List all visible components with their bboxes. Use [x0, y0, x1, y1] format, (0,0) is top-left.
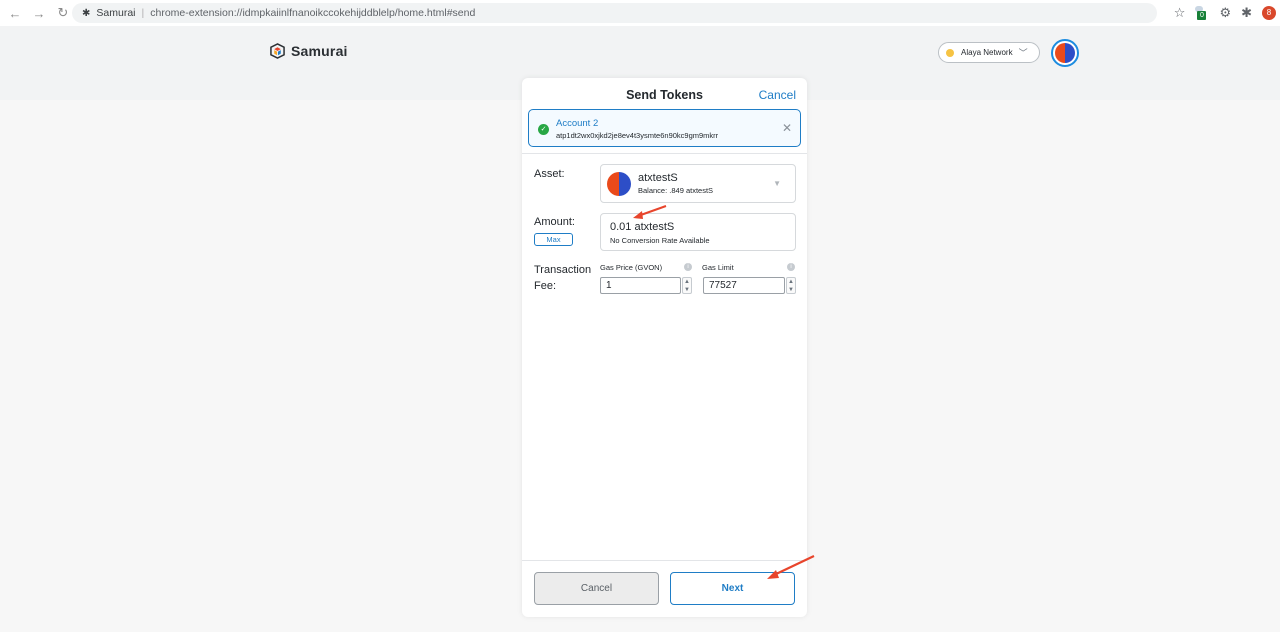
gas-limit-input[interactable]: 77527 [703, 277, 785, 294]
close-icon[interactable]: ✕ [782, 121, 792, 135]
gas-price-label: Gas Price (GVON) [600, 263, 663, 272]
recipient-card[interactable]: ✓ Account 2 atp1dt2wx0xjkd2je8ev4t3ysmte… [528, 109, 801, 147]
gas-limit-label: Gas Limit [702, 263, 734, 272]
bookmark-star-icon[interactable]: ☆ [1174, 5, 1186, 21]
cancel-button[interactable]: Cancel [534, 572, 659, 605]
gas-price-input[interactable]: 1 [600, 277, 681, 294]
extension-puzzle-icon: ✱ [82, 7, 91, 19]
footer-divider [522, 560, 807, 561]
address-separator: | [141, 7, 145, 19]
url-text: chrome-extension://idmpkaiinlfnanoikccok… [150, 7, 476, 19]
network-label: Alaya Network [961, 48, 1013, 57]
network-status-dot [946, 48, 954, 57]
asset-balance: Balance: .849 atxtestS [638, 186, 714, 195]
back-arrow-icon[interactable]: ← [6, 4, 24, 22]
extensions-puzzle-icon[interactable]: ✱ [1241, 5, 1252, 21]
send-tokens-panel: Send Tokens Cancel ✓ Account 2 atp1dt2wx… [522, 78, 807, 617]
site-name: Samurai [96, 7, 136, 19]
recipient-name: Account 2 [556, 118, 599, 129]
asset-label: Asset: [534, 168, 565, 180]
gas-price-stepper[interactable]: ▲ ▼ [682, 277, 692, 294]
asset-token-name: atxtestS [638, 172, 678, 184]
caret-down-icon: ▼ [773, 179, 781, 188]
asset-selector[interactable]: atxtestS Balance: .849 atxtestS ▼ [600, 164, 796, 203]
transaction-fee-label: Transaction Fee: [534, 264, 592, 292]
recipient-address: atp1dt2wx0xjkd2je8ev4t3ysmte6n90kc9gm9mk… [556, 131, 719, 140]
browser-actions: ☆ 0 ⚙ ✱ 8 [1174, 0, 1280, 26]
profile-avatar[interactable]: 8 [1262, 6, 1276, 20]
info-icon[interactable]: i [684, 263, 692, 271]
amount-label: Amount: [534, 216, 575, 228]
gas-limit-stepper[interactable]: ▲ ▼ [786, 277, 796, 294]
amount-input[interactable]: 0.01 atxtestS No Conversion Rate Availab… [600, 213, 796, 251]
divider [522, 153, 807, 154]
amount-value: 0.01 atxtestS [610, 221, 675, 233]
forward-arrow-icon[interactable]: → [30, 4, 48, 22]
extension-badge-icon[interactable]: 0 [1195, 6, 1209, 20]
reload-icon[interactable]: ↻ [54, 4, 72, 22]
network-selector[interactable]: Alaya Network ﹀ [938, 42, 1040, 63]
samurai-logo[interactable]: Samurai [270, 43, 348, 59]
header-cancel-link[interactable]: Cancel [759, 88, 796, 102]
chevron-down-icon: ﹀ [1018, 48, 1028, 58]
info-icon[interactable]: i [787, 263, 795, 271]
cube-logo-icon [270, 43, 285, 59]
extension-settings-icon[interactable]: ⚙ [1219, 5, 1231, 21]
next-button[interactable]: Next [670, 572, 795, 605]
address-bar[interactable]: ✱ Samurai | chrome-extension://idmpkaiin… [72, 3, 1157, 23]
browser-toolbar: ← → ↻ ✱ Samurai | chrome-extension://idm… [0, 0, 1280, 26]
conversion-rate-text: No Conversion Rate Available [610, 236, 710, 245]
max-button[interactable]: Max [534, 233, 573, 246]
token-icon [607, 172, 631, 196]
logo-text: Samurai [291, 43, 348, 59]
account-avatar[interactable] [1051, 39, 1079, 67]
check-circle-icon: ✓ [538, 124, 549, 135]
